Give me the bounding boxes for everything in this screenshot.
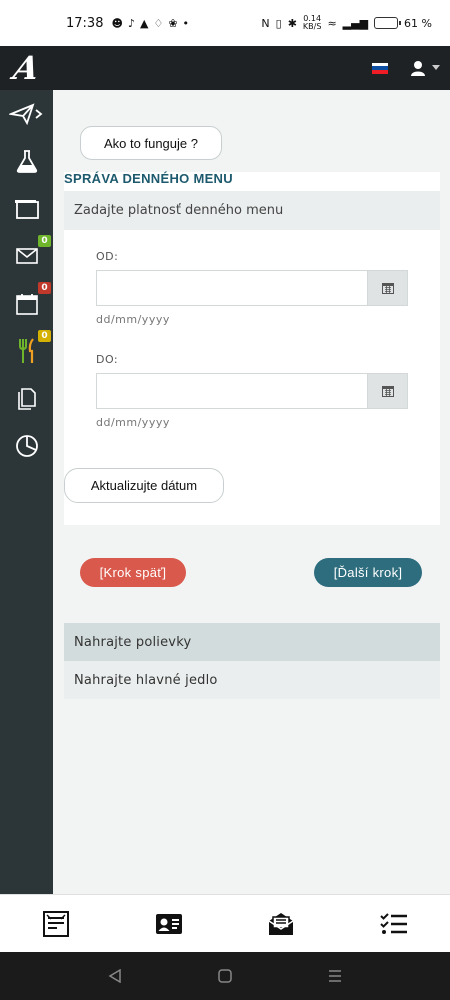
language-flag-icon[interactable] bbox=[372, 62, 388, 74]
checklist-icon bbox=[380, 912, 407, 934]
previous-step-button[interactable]: [Krok späť] bbox=[80, 558, 186, 587]
open-mail-icon bbox=[268, 912, 294, 935]
cutlery-icon bbox=[18, 338, 34, 364]
net-speed-unit: KB/S bbox=[302, 22, 322, 31]
step-upload-soups[interactable]: Nahrajte polievky bbox=[64, 623, 440, 661]
app-logo[interactable]: A bbox=[11, 49, 43, 87]
recents-icon[interactable] bbox=[328, 969, 342, 983]
flask-icon bbox=[16, 150, 37, 174]
system-nav-bar bbox=[0, 952, 450, 1000]
status-bar: 17:38 ☻ ♪ ▲ ♢ ❀ • N ▯ ✱ 0.14 KB/S ≈ ▂▄▆ … bbox=[0, 0, 450, 46]
sidebar-item-documents[interactable] bbox=[0, 375, 53, 423]
calendar-icon bbox=[381, 283, 394, 294]
to-date-input[interactable] bbox=[97, 374, 367, 408]
user-menu[interactable] bbox=[410, 60, 440, 76]
to-label: DO: bbox=[96, 353, 119, 366]
bluetooth-icon: ✱ bbox=[287, 16, 297, 30]
wifi-icon: ≈ bbox=[327, 16, 337, 30]
status-time: 17:38 bbox=[66, 15, 104, 31]
home-icon[interactable] bbox=[218, 969, 232, 983]
menu-badge: 0 bbox=[38, 329, 51, 342]
from-date-field bbox=[96, 270, 408, 306]
sidebar-item-messages[interactable]: 0 bbox=[0, 233, 53, 281]
bottom-nav-tasks[interactable] bbox=[364, 912, 424, 936]
messages-badge: 0 bbox=[38, 234, 51, 247]
to-calendar-button[interactable] bbox=[367, 374, 407, 408]
to-date-hint: dd/mm/yyyy bbox=[96, 416, 170, 429]
window-icon bbox=[14, 199, 39, 219]
step-upload-main-dish[interactable]: Nahrajte hlavné jedlo bbox=[64, 661, 440, 699]
lock-icon: ▲ bbox=[139, 16, 149, 30]
net-speed: 0.14 KB/S bbox=[303, 15, 322, 31]
pie-chart-icon bbox=[15, 435, 38, 458]
sidebar-item-calendar[interactable]: 0 bbox=[0, 280, 53, 328]
bottom-nav-mail[interactable] bbox=[251, 911, 311, 937]
signal-icon: ▂▄▆ bbox=[342, 16, 369, 30]
calendar-badge: 0 bbox=[38, 282, 51, 294]
bottom-nav bbox=[0, 894, 450, 952]
how-it-works-button[interactable]: Ako to funguje ? bbox=[80, 126, 222, 160]
system-icons: N ▯ ✱ 0.14 KB/S ≈ ▂▄▆ 61 % bbox=[261, 15, 432, 31]
fan-icon: ❀ bbox=[168, 16, 178, 30]
battery-icon bbox=[374, 17, 402, 29]
sidebar-item-send[interactable] bbox=[0, 90, 53, 138]
sidebar-item-window[interactable] bbox=[0, 185, 53, 233]
next-step-button[interactable]: [Ďalší krok] bbox=[314, 558, 422, 587]
daily-menu-panel: SPRÁVA DENNÉHO MENU Zadajte platnosť den… bbox=[64, 171, 440, 525]
send-icon bbox=[8, 103, 42, 125]
bottom-nav-menu[interactable] bbox=[26, 910, 86, 937]
user-icon bbox=[411, 61, 425, 76]
id-card-icon bbox=[155, 913, 182, 934]
update-date-button[interactable]: Aktualizujte dátum bbox=[64, 468, 224, 503]
main-content: Ako to funguje ? SPRÁVA DENNÉHO MENU Zad… bbox=[53, 90, 450, 894]
from-label: OD: bbox=[96, 250, 119, 263]
sidebar: 0 0 0 bbox=[0, 90, 53, 894]
bell-icon: ♢ bbox=[153, 16, 164, 30]
notification-icons: ☻ ♪ ▲ ♢ ❀ • bbox=[111, 17, 261, 30]
from-date-input[interactable] bbox=[97, 271, 367, 305]
app-bar: A bbox=[0, 46, 450, 90]
section-title: SPRÁVA DENNÉHO MENU bbox=[64, 171, 233, 186]
from-calendar-button[interactable] bbox=[367, 271, 407, 305]
dot-icon: • bbox=[182, 16, 190, 30]
battery-percent: 61 % bbox=[404, 16, 432, 30]
back-icon[interactable] bbox=[108, 969, 122, 983]
section-subtitle: Zadajte platnosť denného menu bbox=[64, 191, 440, 230]
sidebar-item-stats[interactable] bbox=[0, 423, 53, 471]
calendar-icon bbox=[381, 386, 394, 397]
calendar-icon bbox=[15, 293, 38, 315]
sidebar-item-lab[interactable] bbox=[0, 138, 53, 186]
person-icon: ☻ bbox=[111, 16, 123, 30]
nfc-icon: N bbox=[261, 16, 270, 30]
menu-list-icon bbox=[43, 910, 70, 937]
to-date-field bbox=[96, 373, 408, 409]
documents-icon bbox=[17, 387, 36, 410]
sidebar-item-menu[interactable]: 0 bbox=[0, 328, 53, 376]
envelope-icon bbox=[15, 248, 38, 265]
from-date-hint: dd/mm/yyyy bbox=[96, 313, 170, 326]
caret-down-icon bbox=[432, 65, 440, 70]
bottom-nav-profile[interactable] bbox=[139, 913, 199, 935]
tiktok-icon: ♪ bbox=[127, 16, 135, 30]
vibrate-icon: ▯ bbox=[275, 16, 282, 30]
